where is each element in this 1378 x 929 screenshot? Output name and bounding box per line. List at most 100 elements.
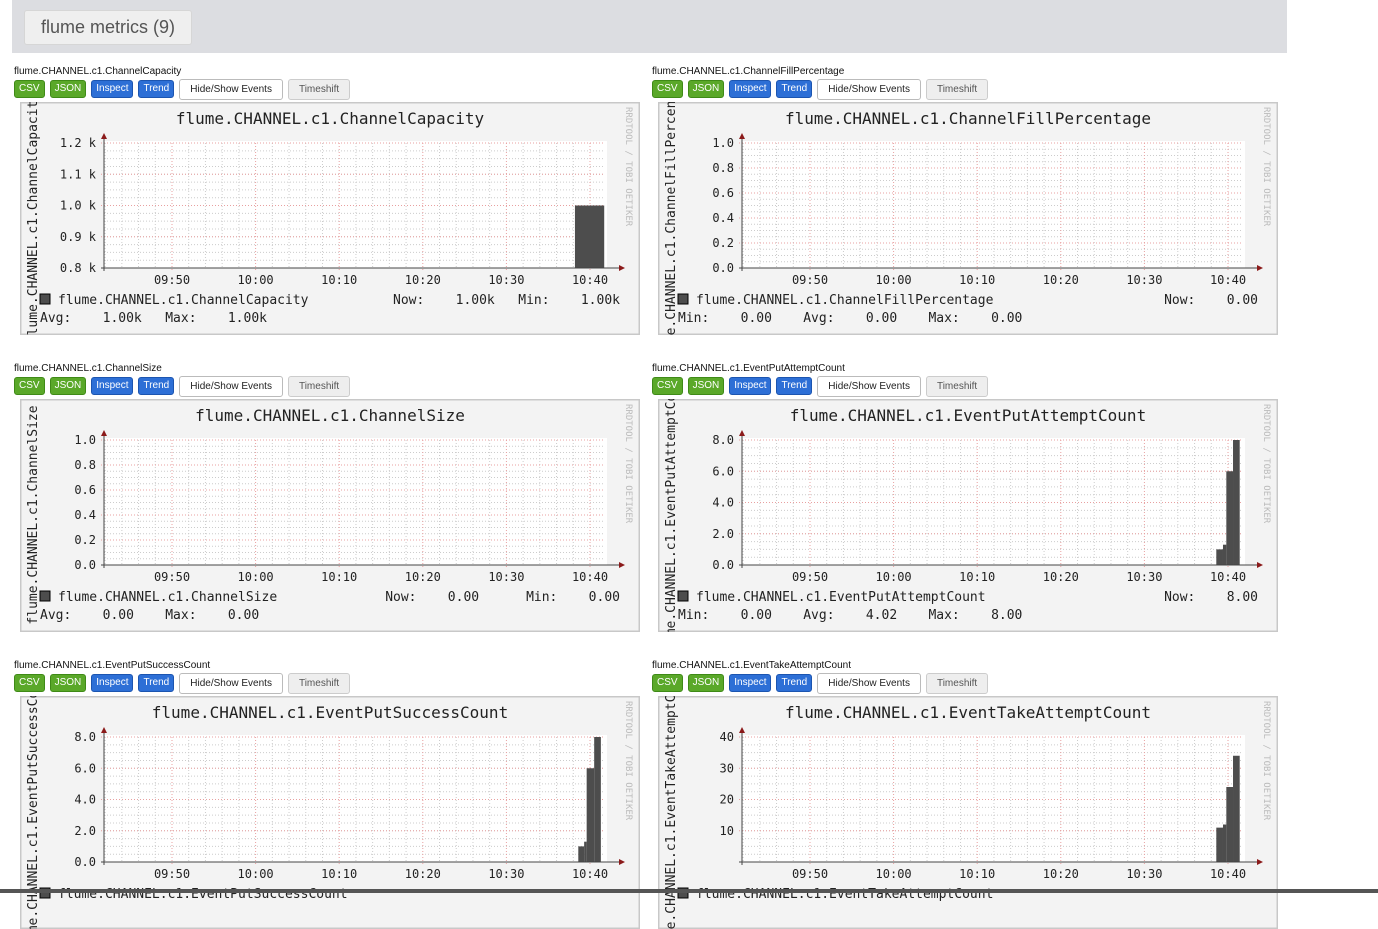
trend-button[interactable]: Trend [138, 674, 175, 692]
trend-button[interactable]: Trend [776, 377, 813, 395]
metric-name: flume.CHANNEL.c1.ChannelSize [14, 363, 162, 374]
area-segment [1216, 549, 1223, 565]
metric-card: flume.CHANNEL.c1.ChannelSize CSV JSON In… [14, 363, 644, 632]
y-tick-label: 0.0 [74, 558, 96, 572]
json-button[interactable]: JSON [687, 80, 725, 98]
x-tick-label: 10:30 [488, 273, 524, 287]
legend-swatch [39, 590, 51, 602]
y-tick-label: 0.6 [712, 186, 734, 200]
metric-card: flume.CHANNEL.c1.EventTakeAttemptCount C… [652, 660, 1282, 929]
csv-button[interactable]: CSV [14, 377, 45, 395]
x-tick-label: 10:00 [876, 273, 912, 287]
area-segment [1226, 471, 1234, 565]
legend-stats: Now: 0.00 [1164, 293, 1258, 308]
y-axis-label: flume.CHANNEL.c1.EventPutSuccessCount [26, 696, 41, 929]
x-tick-label: 10:40 [1210, 570, 1246, 584]
x-tick-label: 10:40 [572, 867, 608, 881]
rrd-graph: 09:50 10:00 10:10 10:20 10:30 10:40 0.0 0.2 0.4 0… [20, 399, 640, 632]
csv-button[interactable]: CSV [652, 674, 683, 692]
trend-button[interactable]: Trend [776, 80, 813, 98]
csv-button[interactable]: CSV [14, 674, 45, 692]
timeshift-button[interactable]: Timeshift [287, 672, 351, 694]
trend-button[interactable]: Trend [138, 80, 175, 98]
json-button[interactable]: JSON [49, 377, 87, 395]
hide-show-events-button[interactable]: Hide/Show Events [179, 672, 283, 694]
inspect-button[interactable]: Inspect [91, 80, 134, 98]
inspect-button[interactable]: Inspect [729, 80, 772, 98]
json-button[interactable]: JSON [687, 674, 725, 692]
x-tick-label: 10:10 [321, 273, 357, 287]
hide-show-events-button[interactable]: Hide/Show Events [179, 375, 283, 397]
csv-button[interactable]: CSV [652, 80, 683, 98]
legend-series-name: flume.CHANNEL.c1.EventPutAttemptCount [696, 590, 986, 605]
json-button[interactable]: JSON [687, 377, 725, 395]
rrd-graph: 09:50 10:00 10:10 10:20 10:30 10:40 10 20 30 40 fl… [658, 696, 1278, 929]
timeshift-button[interactable]: Timeshift [287, 375, 351, 397]
metric-name: flume.CHANNEL.c1.ChannelCapacity [14, 66, 182, 77]
csv-button[interactable]: CSV [14, 80, 45, 98]
metrics-group-title[interactable]: flume metrics (9) [24, 10, 193, 45]
trend-button[interactable]: Trend [776, 674, 813, 692]
legend-swatch [39, 293, 51, 305]
metric-toolbar: CSV JSON Inspect Trend Hide/Show Events … [652, 78, 1282, 100]
x-tick-label: 10:20 [405, 570, 441, 584]
y-tick-label: 0.4 [74, 508, 96, 522]
x-tick-label: 09:50 [792, 273, 828, 287]
x-tick-label: 10:00 [238, 570, 274, 584]
x-tick-label: 09:50 [154, 570, 190, 584]
inspect-button[interactable]: Inspect [729, 377, 772, 395]
legend-stats: Min: 0.00 Avg: 4.02 Max: 8.00 [678, 608, 1022, 623]
graph-title: flume.CHANNEL.c1.ChannelSize [195, 406, 465, 425]
metric-name: flume.CHANNEL.c1.EventPutAttemptCount [652, 363, 845, 374]
y-tick-label: 30 [720, 761, 734, 775]
graph-title: flume.CHANNEL.c1.EventPutSuccessCount [152, 703, 508, 722]
hide-show-events-button[interactable]: Hide/Show Events [179, 78, 283, 100]
timeshift-button[interactable]: Timeshift [925, 78, 989, 100]
csv-button[interactable]: CSV [652, 377, 683, 395]
hide-show-events-button[interactable]: Hide/Show Events [817, 78, 921, 100]
legend-stats: Now: 0.00 Min: 0.00 [385, 590, 620, 605]
y-tick-label: 20 [720, 793, 734, 807]
y-tick-label: 1.0 [74, 433, 96, 447]
area-segment [1233, 755, 1240, 862]
y-tick-label: 4.0 [712, 496, 734, 510]
x-tick-label: 10:40 [572, 570, 608, 584]
metric-card: flume.CHANNEL.c1.ChannelFillPercentage C… [652, 66, 1282, 335]
y-tick-label: 8.0 [712, 433, 734, 447]
inspect-button[interactable]: Inspect [729, 674, 772, 692]
x-tick-label: 10:20 [405, 867, 441, 881]
metric-toolbar: CSV JSON Inspect Trend Hide/Show Events … [14, 672, 644, 694]
y-tick-label: 0.9 k [60, 230, 97, 244]
hide-show-events-button[interactable]: Hide/Show Events [817, 375, 921, 397]
y-tick-label: 0.4 [712, 211, 734, 225]
y-tick-label: 1.0 k [60, 199, 97, 213]
x-tick-label: 10:20 [1043, 273, 1079, 287]
timeshift-button[interactable]: Timeshift [287, 78, 351, 100]
x-tick-label: 10:20 [405, 273, 441, 287]
x-tick-label: 10:30 [1126, 570, 1162, 584]
x-tick-label: 10:40 [1210, 273, 1246, 287]
rrd-graph: 09:50 10:00 10:10 10:20 10:30 10:40 0.0 0.2 0.4 0… [658, 102, 1278, 335]
graph-title: flume.CHANNEL.c1.ChannelCapacity [176, 109, 485, 128]
x-tick-label: 09:50 [792, 570, 828, 584]
json-button[interactable]: JSON [49, 674, 87, 692]
x-tick-label: 10:30 [488, 867, 524, 881]
metric-card: flume.CHANNEL.c1.ChannelCapacity CSV JSO… [14, 66, 644, 335]
trend-button[interactable]: Trend [138, 377, 175, 395]
inspect-button[interactable]: Inspect [91, 377, 134, 395]
hide-show-events-button[interactable]: Hide/Show Events [817, 672, 921, 694]
inspect-button[interactable]: Inspect [91, 674, 134, 692]
y-tick-label: 2.0 [74, 824, 96, 838]
timeshift-button[interactable]: Timeshift [925, 672, 989, 694]
legend-stats: Min: 0.00 Avg: 0.00 Max: 0.00 [678, 311, 1022, 326]
horizontal-scrollbar[interactable] [0, 889, 1378, 893]
x-tick-label: 10:20 [1043, 867, 1079, 881]
x-tick-label: 10:40 [572, 273, 608, 287]
x-tick-label: 10:10 [321, 867, 357, 881]
graph-title: flume.CHANNEL.c1.EventTakeAttemptCount [785, 703, 1151, 722]
timeshift-button[interactable]: Timeshift [925, 375, 989, 397]
metric-toolbar: CSV JSON Inspect Trend Hide/Show Events … [14, 78, 644, 100]
y-tick-label: 2.0 [712, 527, 734, 541]
json-button[interactable]: JSON [49, 80, 87, 98]
y-tick-label: 0.0 [712, 558, 734, 572]
